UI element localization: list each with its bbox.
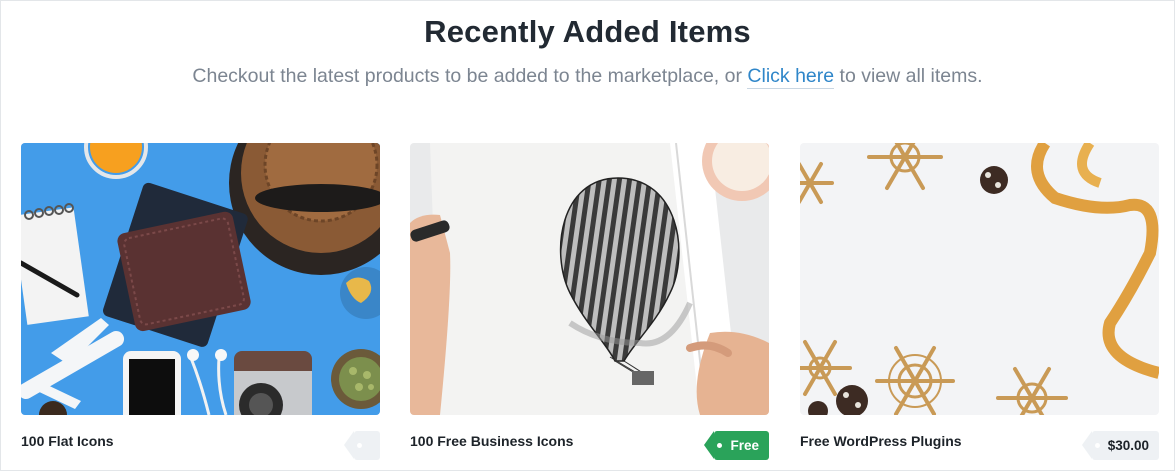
flatlay-desk-photo bbox=[21, 143, 380, 415]
price-badge bbox=[344, 431, 380, 460]
price-label: $30.00 bbox=[1107, 438, 1149, 453]
subtitle-text-after: to view all items. bbox=[834, 65, 983, 87]
subtitle-text-before: Checkout the latest products to be added… bbox=[192, 65, 748, 87]
price-label: Free bbox=[730, 438, 759, 453]
view-all-link[interactable]: Click here bbox=[747, 65, 835, 89]
price-badge: Free bbox=[704, 431, 769, 460]
item-title[interactable]: Free WordPress Plugins bbox=[800, 433, 962, 449]
item-card: 100 Flat Icons bbox=[21, 143, 380, 460]
item-thumbnail-link[interactable] bbox=[800, 143, 1159, 415]
badge-dot bbox=[1094, 443, 1100, 448]
section-subtitle: Checkout the latest products to be added… bbox=[0, 65, 1175, 89]
price-badge: $30.00 bbox=[1081, 431, 1159, 460]
badge-dot bbox=[717, 443, 723, 448]
item-card: 100 Free Business Icons Free bbox=[410, 143, 769, 460]
section-title: Recently Added Items bbox=[424, 14, 751, 49]
item-thumbnail-link[interactable] bbox=[21, 143, 380, 415]
hot-air-balloon-sketch-photo bbox=[410, 143, 769, 415]
badge-dot bbox=[357, 443, 362, 448]
snowflakes-ribbon-photo bbox=[800, 143, 1159, 415]
item-thumbnail-link[interactable] bbox=[410, 143, 769, 415]
item-title[interactable]: 100 Free Business Icons bbox=[410, 433, 573, 449]
item-title[interactable]: 100 Flat Icons bbox=[21, 433, 114, 449]
item-card: Free WordPress Plugins $30.00 bbox=[800, 143, 1159, 460]
